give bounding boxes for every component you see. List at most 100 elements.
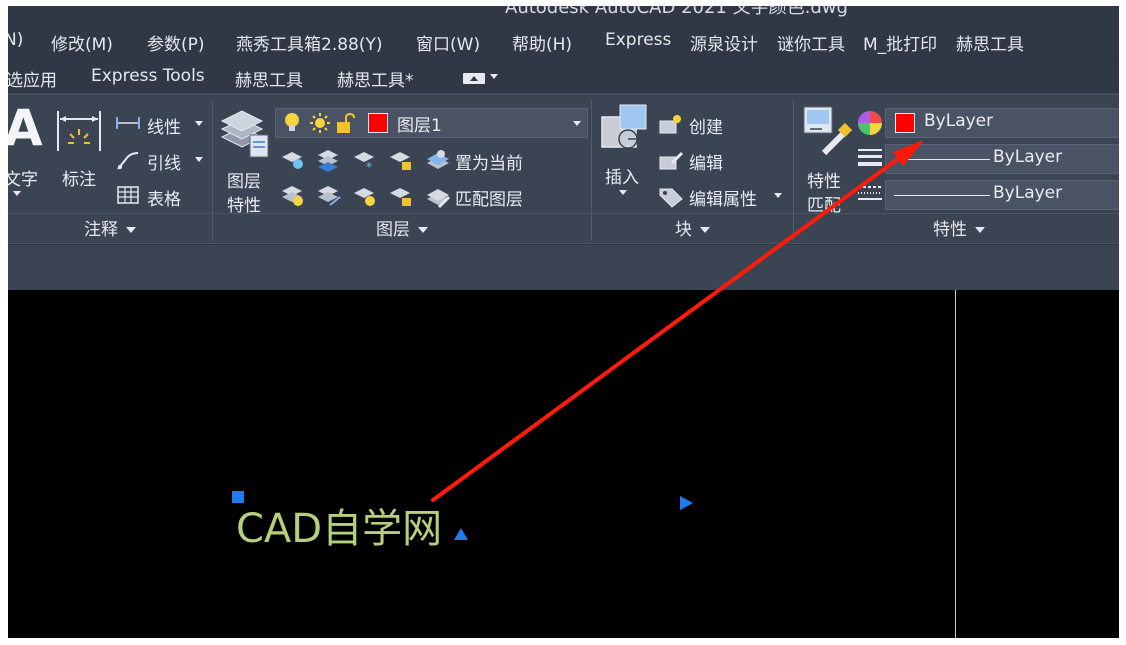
ribbon-panel: A 文字 标注 线性 引线 表格 注释 图层 特性 图层1 * 置为当前 匹配图… (8, 94, 1119, 244)
menu-modify[interactable]: 修改(M) (51, 30, 113, 55)
linetype-value: ByLayer (993, 183, 1063, 203)
menu-mini-tools[interactable]: 谜你工具 (777, 30, 845, 55)
text-grip-triangle-right[interactable] (680, 496, 693, 510)
layer-freeze-icon: * (354, 152, 374, 173)
menu-yanxiu-toolbox[interactable]: 燕秀工具箱2.88(Y) (236, 30, 383, 55)
chevron-down-icon[interactable] (195, 121, 203, 126)
edit-label[interactable]: 编辑 (689, 149, 723, 174)
menu-yuanquan-design[interactable]: 源泉设计 (690, 30, 758, 55)
layer-unlock-icon (390, 188, 411, 206)
layers-panel-label: 图层 (376, 220, 410, 240)
layer-properties-label-2[interactable]: 特性 (227, 191, 261, 216)
chevron-down-icon[interactable] (774, 193, 782, 198)
menu-parametric[interactable]: 参数(P) (147, 30, 205, 55)
set-current-label[interactable]: 置为当前 (455, 149, 523, 174)
layer-walk-icon (318, 186, 341, 206)
match-layer-icon[interactable] (425, 185, 451, 209)
layers-panel-title[interactable]: 图层 (213, 215, 591, 243)
layer-isolate-icon (318, 150, 338, 172)
color-dropdown[interactable]: ByLayer (885, 108, 1119, 138)
chevron-down-icon (700, 227, 710, 233)
layer-tools-row-1: * (282, 150, 411, 173)
layer-thaw-icon (354, 188, 375, 206)
chevron-down-icon[interactable] (13, 191, 21, 196)
menu-express[interactable]: Express (605, 30, 671, 50)
match-layer-label[interactable]: 匹配图层 (455, 185, 523, 210)
chevron-down-icon[interactable] (573, 121, 581, 126)
linetype-icon (858, 186, 882, 200)
color-swatch (895, 113, 915, 133)
lineweight-dropdown[interactable]: ByLayer (885, 144, 1119, 174)
create-label[interactable]: 创建 (689, 113, 723, 138)
tab-featured-apps[interactable]: 选应用 (8, 66, 57, 91)
properties-panel-title[interactable]: 特性 (794, 215, 1119, 243)
layer-on-icon (282, 186, 303, 206)
unlock-icon[interactable] (335, 112, 357, 134)
tab-hesi-tools[interactable]: 赫思工具 (235, 66, 303, 91)
chevron-down-icon (418, 227, 428, 233)
linetype-dropdown[interactable]: ByLayer (885, 180, 1119, 210)
match-properties-icon[interactable] (802, 105, 852, 155)
drawing-canvas[interactable]: CAD自学网 (8, 290, 1119, 638)
color-wheel-icon (858, 111, 882, 135)
layer-properties-icon[interactable] (220, 107, 270, 159)
create-block-icon[interactable] (658, 113, 684, 137)
chevron-down-icon[interactable] (490, 74, 498, 79)
ribbon-minimize-button[interactable] (463, 73, 485, 84)
sun-thaw-icon[interactable] (309, 112, 331, 134)
menu-batch-plot[interactable]: M_批打印 (863, 30, 937, 55)
dimension-label[interactable]: 标注 (62, 165, 96, 190)
lineweight-icon (858, 149, 882, 166)
tab-express-tools[interactable]: Express Tools (91, 66, 205, 86)
ribbon-tab-bar: 选应用 Express Tools 赫思工具 赫思工具* (8, 60, 1119, 94)
color-value: ByLayer (924, 111, 994, 131)
menu-bar: N) 修改(M) 参数(P) 燕秀工具箱2.88(Y) 窗口(W) 帮助(H) … (8, 26, 1119, 56)
window-title: Autodesk AutoCAD 2021 文字颜色.dwg (505, 6, 848, 18)
linear-label[interactable]: 线性 (147, 113, 181, 138)
tab-hesi-tools-custom[interactable]: 赫思工具* (337, 66, 414, 91)
leader-label[interactable]: 引线 (147, 149, 181, 174)
chevron-down-icon (975, 227, 985, 233)
leader-icon[interactable] (116, 149, 140, 171)
chevron-down-icon[interactable] (619, 190, 627, 195)
table-icon[interactable] (117, 186, 139, 204)
block-panel-title[interactable]: 块 (592, 215, 793, 243)
text-tool-label[interactable]: 文字 (8, 165, 38, 190)
menu-view[interactable]: N) (8, 30, 23, 50)
menu-help[interactable]: 帮助(H) (512, 30, 572, 55)
match-properties-label-2[interactable]: 匹配 (807, 191, 841, 216)
lineweight-value: ByLayer (993, 147, 1063, 167)
insert-block-icon[interactable] (598, 103, 650, 155)
line-preview (894, 195, 990, 196)
panel-footer-divider (8, 213, 1119, 214)
file-tab-strip (8, 245, 1119, 290)
current-layer-name: 图层1 (397, 116, 442, 136)
text-insertion-grip[interactable] (232, 491, 244, 503)
selected-text-object[interactable]: CAD自学网 (236, 496, 442, 554)
lightbulb-on-icon[interactable] (283, 112, 301, 134)
layer-color-swatch (368, 113, 388, 133)
text-tool-icon[interactable]: A (8, 99, 43, 157)
autocad-window: Autodesk AutoCAD 2021 文字颜色.dwg N) 修改(M) … (8, 6, 1119, 638)
layer-properties-label-1[interactable]: 图层 (227, 167, 261, 192)
table-label[interactable]: 表格 (147, 185, 181, 210)
layer-tools-row-2 (282, 186, 411, 206)
match-properties-label-1[interactable]: 特性 (807, 167, 841, 192)
text-grip-triangle[interactable] (454, 528, 468, 540)
linear-dimension-icon[interactable] (116, 115, 140, 131)
insert-label[interactable]: 插入 (605, 163, 639, 188)
line-preview (894, 159, 990, 160)
set-current-layer-icon[interactable] (425, 149, 451, 173)
block-panel-label: 块 (675, 220, 692, 240)
chevron-down-icon[interactable] (195, 157, 203, 162)
annotation-panel-title[interactable]: 注释 (8, 215, 212, 243)
menu-window[interactable]: 窗口(W) (416, 30, 480, 55)
menu-hesi-tools[interactable]: 赫思工具 (956, 30, 1024, 55)
layer-dropdown[interactable]: 图层1 (275, 108, 588, 138)
edit-block-icon[interactable] (658, 149, 684, 173)
edit-attributes-label[interactable]: 编辑属性 (689, 185, 757, 210)
properties-panel-label: 特性 (933, 220, 967, 240)
dimension-icon[interactable] (56, 107, 102, 155)
layer-off-icon (282, 152, 303, 169)
edit-attributes-icon[interactable] (658, 185, 684, 209)
